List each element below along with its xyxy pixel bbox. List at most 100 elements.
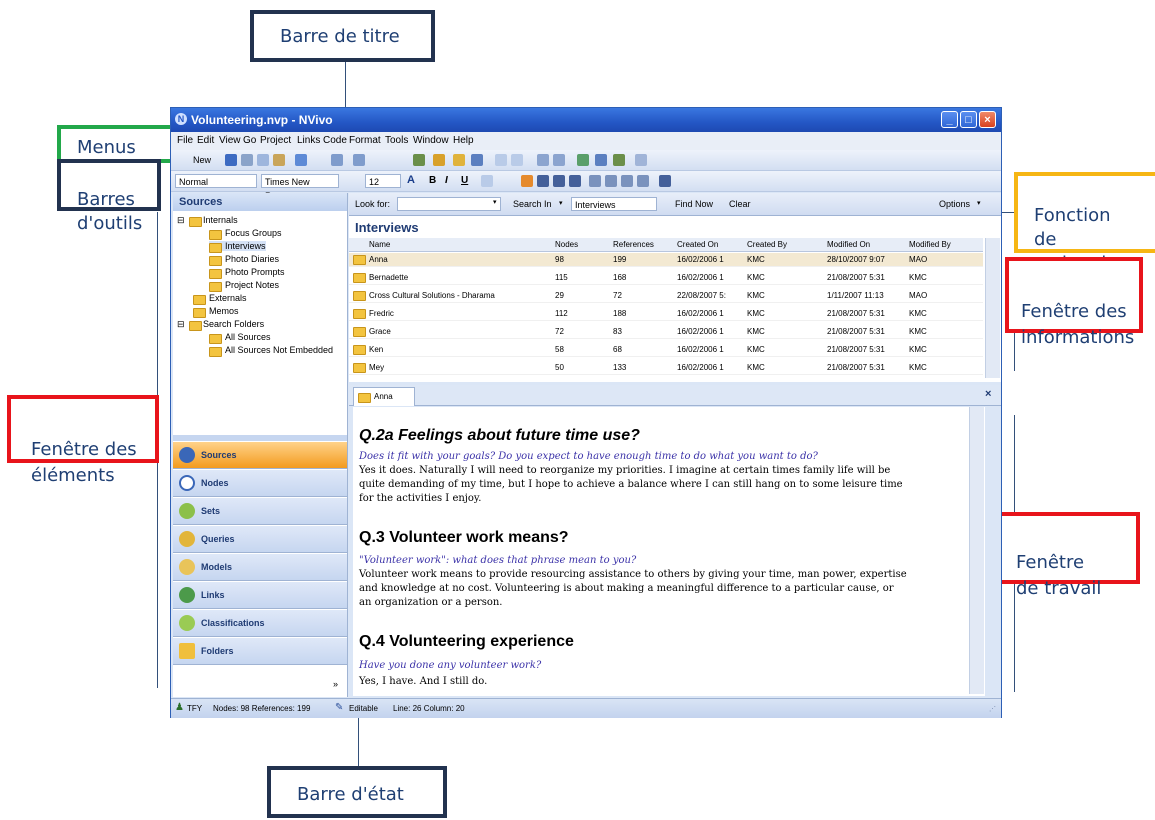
column-modified-on[interactable]: Modified On bbox=[827, 240, 870, 249]
filter-icon[interactable] bbox=[595, 154, 607, 166]
nav-classifications[interactable]: Classifications bbox=[173, 609, 347, 637]
font-color-icon[interactable]: A bbox=[407, 174, 415, 186]
bar-chart-icon[interactable] bbox=[613, 154, 625, 166]
copy-icon[interactable] bbox=[257, 154, 269, 166]
tree-item-interviews[interactable]: Interviews bbox=[209, 241, 266, 253]
tree-item-focus-groups[interactable]: Focus Groups bbox=[209, 228, 282, 240]
nav-folders[interactable]: Folders bbox=[173, 637, 347, 665]
tree-item-search-folders[interactable]: ⊟ Search Folders bbox=[177, 319, 264, 331]
save-icon[interactable] bbox=[225, 154, 237, 166]
nav-nodes[interactable]: Nodes bbox=[173, 469, 347, 497]
menu-view[interactable]: View bbox=[219, 135, 241, 146]
zoom-out-icon[interactable] bbox=[553, 154, 565, 166]
column-created-on[interactable]: Created On bbox=[677, 240, 718, 249]
menu-project[interactable]: Project bbox=[260, 135, 291, 146]
column-name[interactable]: Name bbox=[369, 240, 390, 249]
close-detail-icon[interactable]: × bbox=[985, 388, 991, 400]
table-row[interactable]: Bernadette 115 168 16/02/2006 1 KMC 21/08/200… bbox=[349, 271, 983, 285]
tree-item-all-sources-not-embedded[interactable]: All Sources Not Embedded bbox=[209, 345, 333, 357]
nav-sets[interactable]: Sets bbox=[173, 497, 347, 525]
detail-scrollbar[interactable] bbox=[969, 407, 984, 694]
report-icon[interactable] bbox=[635, 154, 647, 166]
menu-file[interactable]: File bbox=[177, 135, 193, 146]
maximize-button[interactable]: □ bbox=[960, 111, 977, 128]
resize-grip-icon[interactable]: ⋰ bbox=[989, 705, 996, 713]
indent-icon[interactable] bbox=[589, 175, 601, 187]
table-row[interactable]: Ken 58 68 16/02/2006 1 KMC 21/08/2007 5:31 KMC bbox=[349, 343, 983, 357]
tree-item-all-sources[interactable]: All Sources bbox=[209, 332, 271, 344]
nav-sources[interactable]: Sources bbox=[173, 441, 347, 469]
node-icon[interactable] bbox=[453, 154, 465, 166]
print-icon[interactable] bbox=[241, 154, 253, 166]
bullets-icon[interactable] bbox=[621, 175, 633, 187]
menu-format[interactable]: Format bbox=[349, 135, 381, 146]
tab-anna[interactable]: Anna bbox=[353, 387, 415, 406]
menu-tools[interactable]: Tools bbox=[385, 135, 408, 146]
tree-item-internals[interactable]: ⊟ Internals bbox=[177, 215, 238, 227]
column-created-by[interactable]: Created By bbox=[747, 240, 787, 249]
underline-icon[interactable]: U bbox=[461, 175, 468, 186]
table-row[interactable]: Anna 98 199 16/02/2006 1 KMC 28/10/2007 9:07 M… bbox=[349, 253, 983, 267]
query-icon[interactable] bbox=[471, 154, 483, 166]
column-nodes[interactable]: Nodes bbox=[555, 240, 578, 249]
menu-help[interactable]: Help bbox=[453, 135, 474, 146]
outdent-icon[interactable] bbox=[605, 175, 617, 187]
find-now-button[interactable]: Find Now bbox=[675, 199, 713, 209]
bold-icon[interactable]: B bbox=[429, 175, 436, 186]
zoom-in-icon[interactable] bbox=[537, 154, 549, 166]
minimize-button[interactable]: _ bbox=[941, 111, 958, 128]
nav-links[interactable]: Links bbox=[173, 581, 347, 609]
work-window[interactable]: Q.2a Feelings about future time use? Doe… bbox=[353, 407, 985, 696]
clear-button[interactable]: Clear bbox=[729, 199, 751, 209]
column-modified-by[interactable]: Modified By bbox=[909, 240, 951, 249]
tree-item-externals[interactable]: Externals bbox=[193, 293, 247, 305]
code-icon[interactable] bbox=[413, 154, 425, 166]
numbering-icon[interactable] bbox=[637, 175, 649, 187]
column-references[interactable]: References bbox=[613, 240, 654, 249]
undo-icon[interactable] bbox=[295, 154, 307, 166]
find-icon[interactable] bbox=[659, 175, 671, 187]
table-row[interactable]: Grace 72 83 16/02/2006 1 KMC 21/08/2007 5:31 K… bbox=[349, 325, 983, 339]
nav-models[interactable]: Models bbox=[173, 553, 347, 581]
close-button[interactable]: × bbox=[979, 111, 996, 128]
italic-icon[interactable]: I bbox=[445, 175, 448, 186]
tree-item-photo-diaries[interactable]: Photo Diaries bbox=[209, 254, 279, 266]
table-row[interactable]: Cross Cultural Solutions - Dharama 29 72 22… bbox=[349, 289, 983, 303]
style-select[interactable]: Normal bbox=[175, 174, 257, 188]
menu-go[interactable]: Go bbox=[243, 135, 256, 146]
look-for-dropdown-icon[interactable]: ▾ bbox=[493, 198, 497, 206]
align-center-icon[interactable] bbox=[537, 175, 549, 187]
align-right-icon[interactable] bbox=[553, 175, 565, 187]
table-row[interactable]: Fredric 112 188 16/02/2006 1 KMC 21/08/2007 5… bbox=[349, 307, 983, 321]
menu-edit[interactable]: Edit bbox=[197, 135, 214, 146]
new-button[interactable]: New bbox=[193, 155, 211, 165]
align-left-icon[interactable] bbox=[521, 175, 533, 187]
search-in-dropdown-icon[interactable]: ▾ bbox=[559, 199, 563, 207]
list-scrollbar[interactable] bbox=[985, 238, 1000, 378]
grid-icon[interactable] bbox=[495, 154, 507, 166]
justify-icon[interactable] bbox=[569, 175, 581, 187]
font-size-select[interactable]: 12 bbox=[365, 174, 401, 188]
menu-window[interactable]: Window bbox=[413, 135, 449, 146]
options-dropdown-icon[interactable]: ▾ bbox=[977, 199, 981, 207]
tree-item-memos[interactable]: Memos bbox=[193, 306, 239, 318]
options-button[interactable]: Options bbox=[939, 199, 970, 209]
search-in-button[interactable]: Search In bbox=[513, 199, 552, 209]
chart-icon[interactable] bbox=[577, 154, 589, 166]
outline-icon[interactable] bbox=[353, 154, 365, 166]
panel-icon[interactable] bbox=[511, 154, 523, 166]
paste-icon[interactable] bbox=[273, 154, 285, 166]
menu-links[interactable]: Links bbox=[297, 135, 320, 146]
tree-item-photo-prompts[interactable]: Photo Prompts bbox=[209, 267, 285, 279]
search-in-field[interactable]: Interviews bbox=[571, 197, 657, 211]
model-icon[interactable] bbox=[433, 154, 445, 166]
nav-queries[interactable]: Queries bbox=[173, 525, 347, 553]
table-row[interactable]: Mey 50 133 16/02/2006 1 KMC 21/08/2007 5:31 KM… bbox=[349, 361, 983, 375]
font-select[interactable]: Times New Roman bbox=[261, 174, 339, 201]
highlight-icon[interactable] bbox=[481, 175, 493, 187]
tree-item-project-notes[interactable]: Project Notes bbox=[209, 280, 279, 292]
title-bar[interactable]: N Volunteering.nvp - NVivo _ □ × bbox=[171, 108, 1001, 132]
configure-buttons-icon[interactable]: » bbox=[333, 679, 338, 689]
look-for-input[interactable] bbox=[397, 197, 501, 211]
menu-code[interactable]: Code bbox=[323, 135, 347, 146]
